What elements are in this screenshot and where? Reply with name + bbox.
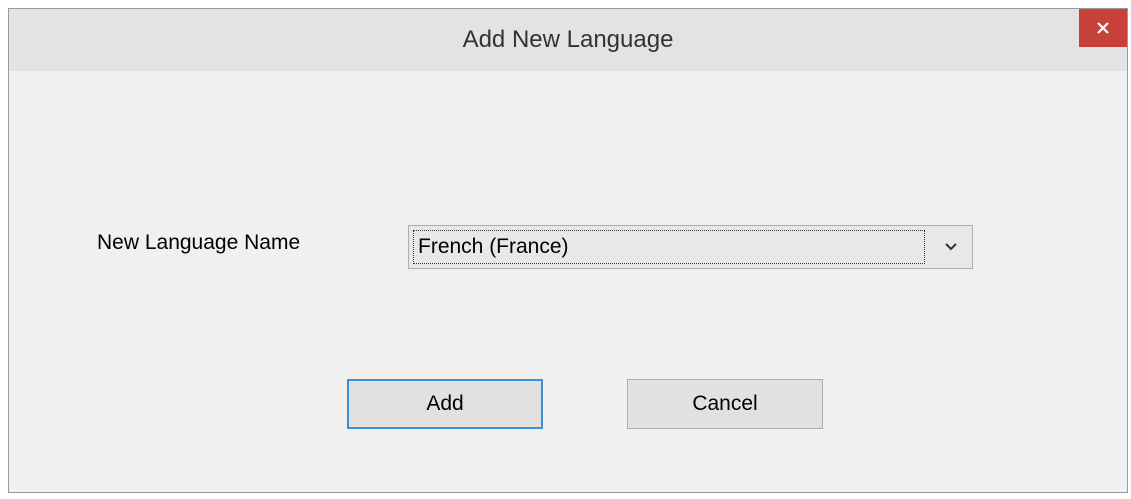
close-icon [1097, 22, 1109, 34]
chevron-down-icon [945, 243, 957, 251]
dialog-body: New Language Name French (France) Add Ca… [11, 71, 1125, 490]
language-name-label: New Language Name [97, 231, 301, 254]
add-button[interactable]: Add [347, 379, 543, 429]
add-language-dialog: Add New Language New Language Name Frenc… [8, 8, 1128, 493]
language-select-value: French (France) [413, 230, 925, 264]
close-button[interactable] [1079, 9, 1127, 47]
dropdown-arrow[interactable] [934, 230, 968, 264]
dialog-title: Add New Language [462, 26, 674, 53]
language-select[interactable]: French (France) [408, 225, 973, 269]
title-bar[interactable]: Add New Language [9, 9, 1127, 71]
cancel-button[interactable]: Cancel [627, 379, 823, 429]
